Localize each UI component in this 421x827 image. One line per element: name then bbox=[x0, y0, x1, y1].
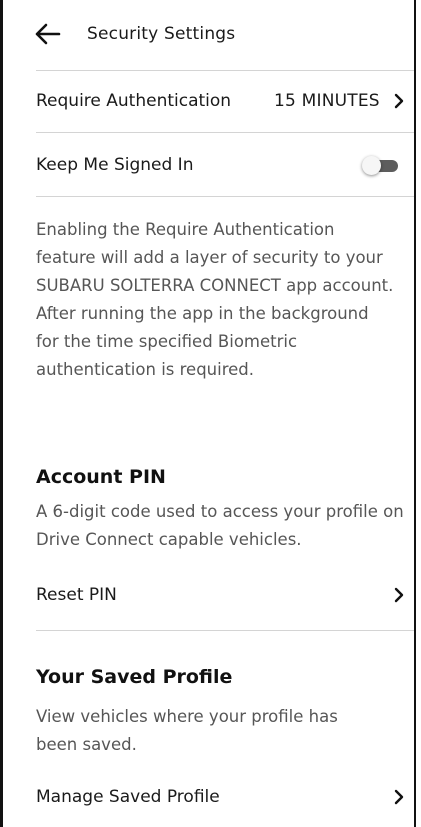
page-title: Security Settings bbox=[87, 24, 236, 44]
account-pin-title: Account PIN bbox=[36, 466, 166, 488]
section-divider bbox=[36, 630, 414, 631]
chevron-right-icon bbox=[394, 93, 404, 109]
chevron-right-icon bbox=[394, 789, 404, 805]
require-authentication-value: 15 MINUTES bbox=[274, 91, 380, 111]
account-pin-description: A 6-digit code used to access your profi… bbox=[36, 502, 404, 549]
row-divider bbox=[36, 196, 414, 197]
keep-signed-in-row: Keep Me Signed In bbox=[36, 134, 414, 196]
back-button[interactable] bbox=[31, 18, 63, 50]
require-authentication-description: Enabling the Require Authentication feat… bbox=[36, 220, 394, 379]
manage-saved-profile-label: Manage Saved Profile bbox=[36, 787, 220, 807]
manage-saved-profile-row[interactable]: Manage Saved Profile bbox=[36, 766, 414, 827]
saved-profile-title: Your Saved Profile bbox=[36, 666, 233, 688]
toggle-thumb bbox=[362, 156, 381, 175]
arrow-left-icon bbox=[35, 23, 61, 45]
keep-signed-in-toggle[interactable] bbox=[362, 156, 398, 175]
keep-signed-in-label: Keep Me Signed In bbox=[36, 155, 194, 175]
require-authentication-label: Require Authentication bbox=[36, 91, 232, 111]
app-screen: Security Settings Require Authentication… bbox=[0, 0, 416, 827]
reset-pin-row[interactable]: Reset PIN bbox=[36, 564, 414, 626]
require-authentication-row[interactable]: Require Authentication 15 MINUTES bbox=[36, 70, 414, 132]
saved-profile-description: View vehicles where your profile has bee… bbox=[36, 707, 338, 754]
row-divider bbox=[36, 132, 414, 133]
header: Security Settings bbox=[3, 0, 414, 70]
chevron-right-icon bbox=[394, 587, 404, 603]
reset-pin-label: Reset PIN bbox=[36, 585, 117, 605]
